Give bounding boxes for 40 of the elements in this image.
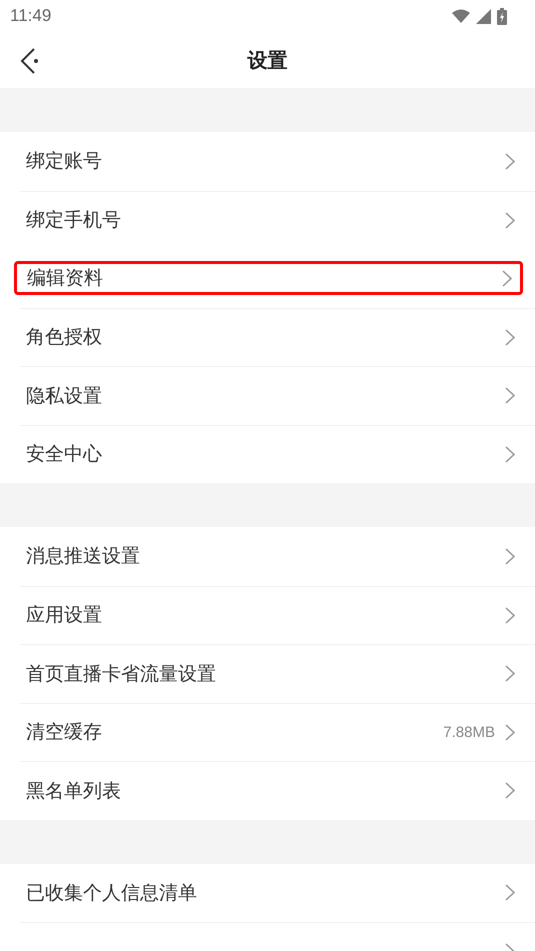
settings-item[interactable]: 角色授权 bbox=[20, 308, 535, 366]
item-label: 安全中心 bbox=[26, 442, 103, 468]
chevron-right-icon bbox=[502, 270, 512, 286]
chevron-right-icon bbox=[505, 212, 515, 229]
item-label: 清空缓存 bbox=[26, 720, 103, 746]
chevron-right-icon bbox=[505, 606, 515, 624]
battery-charging-icon bbox=[497, 8, 507, 24]
item-label: 消息推送设置 bbox=[26, 544, 141, 570]
item-label: 隐私设置 bbox=[26, 384, 103, 409]
item-label: 绑定账号 bbox=[26, 149, 103, 174]
settings-item[interactable]: 隐私设置 bbox=[20, 366, 535, 424]
wifi-icon bbox=[452, 9, 470, 23]
chevron-right-icon bbox=[505, 548, 515, 565]
item-label: 黑名单列表 bbox=[26, 778, 122, 804]
settings-item[interactable]: 清空缓存 7.88MB bbox=[20, 702, 535, 761]
item-label: 首页直播卡省流量设置 bbox=[26, 662, 217, 687]
settings-item[interactable]: 首页直播卡省流量设置 bbox=[20, 644, 535, 702]
highlighted-settings-item[interactable]: 编辑资料 bbox=[14, 261, 523, 295]
settings-item[interactable]: 消息推送设置 bbox=[20, 527, 535, 586]
chevron-right-icon bbox=[505, 387, 515, 404]
item-label: 已收集个人信息清单 bbox=[26, 880, 198, 906]
chevron-right-icon bbox=[505, 724, 515, 741]
chevron-right-icon bbox=[505, 328, 515, 346]
settings-item[interactable]: 绑定账号 bbox=[20, 132, 535, 190]
item-label: 编辑资料 bbox=[27, 266, 104, 291]
settings-item[interactable]: 已收集个人信息清单 bbox=[20, 864, 535, 922]
chevron-right-icon bbox=[505, 782, 515, 800]
status-time: 11:49 bbox=[10, 6, 52, 26]
signal-icon bbox=[476, 8, 491, 24]
item-label: 应用设置 bbox=[26, 603, 103, 628]
settings-item[interactable]: 绑定手机号 bbox=[20, 190, 535, 249]
item-label: 绑定手机号 bbox=[26, 208, 122, 234]
chevron-right-icon bbox=[505, 446, 515, 463]
chevron-right-icon bbox=[505, 152, 515, 170]
item-label: 角色授权 bbox=[26, 325, 103, 350]
item-value: 7.88MB bbox=[443, 724, 495, 741]
chevron-right-icon bbox=[505, 665, 515, 682]
settings-item[interactable]: 应用设置 bbox=[20, 586, 535, 644]
page-title: 设置 bbox=[248, 46, 288, 74]
chevron-right-icon bbox=[505, 884, 515, 902]
